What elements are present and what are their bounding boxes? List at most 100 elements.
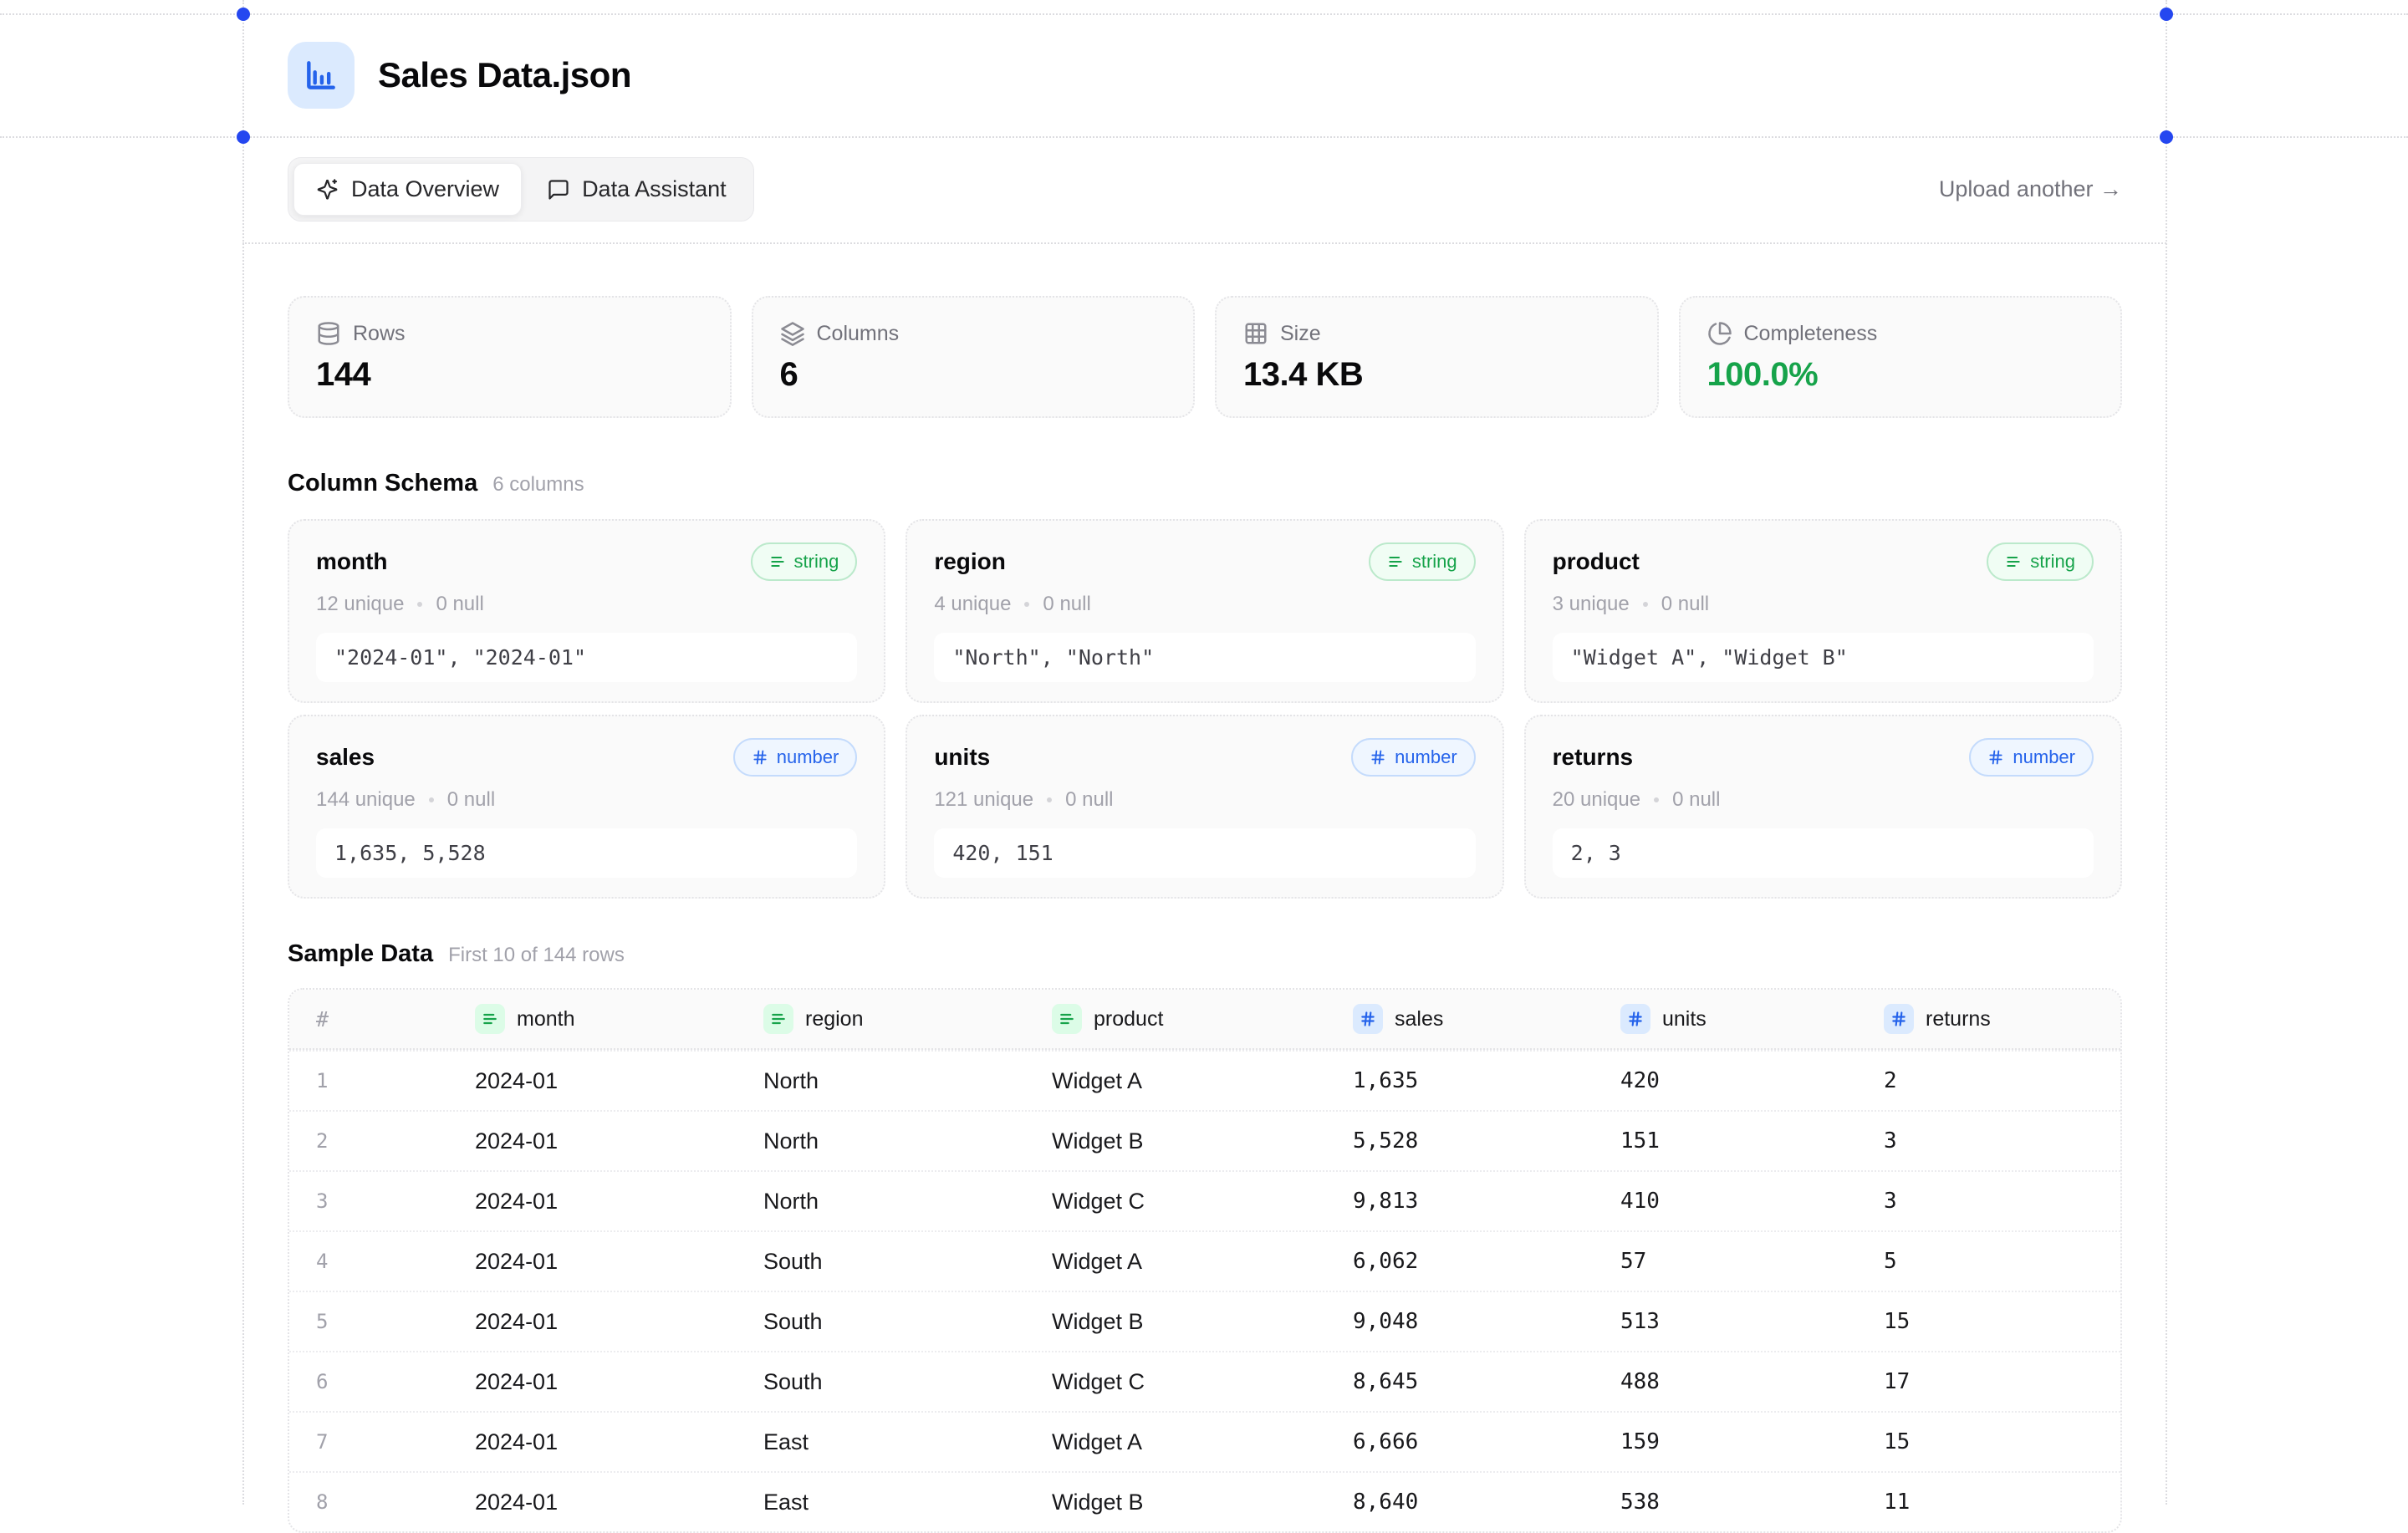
type-badge-string: string [1987, 542, 2094, 581]
stat-card-size: Size 13.4 KB [1215, 296, 1659, 418]
table-row: 2 2024-01 North Widget B 5,528 151 3 [289, 1110, 2120, 1170]
stat-label: Size [1280, 322, 1321, 346]
string-type-icon [1052, 1004, 1082, 1034]
header-sales: sales [1326, 1004, 1594, 1034]
schema-card-month: month string 12 unique0 null "2024-01", … [288, 519, 885, 703]
table-row: 7 2024-01 East Widget A 6,666 159 15 [289, 1411, 2120, 1471]
sample-data-table: # month region product sales [288, 988, 2122, 1533]
text-lines-icon [2005, 553, 2022, 570]
header-returns: returns [1857, 1004, 2120, 1034]
dot-separator [1047, 797, 1052, 802]
table-row: 1 2024-01 North Widget A 1,635 420 2 [289, 1050, 2120, 1110]
column-schema-heading: Column Schema 6 columns [288, 470, 2122, 497]
schema-card-returns: returns number 20 unique0 null 2, 3 [1524, 715, 2122, 899]
schema-card-units: units number 121 unique0 null 420, 151 [906, 715, 1503, 899]
column-name: units [934, 744, 990, 771]
column-sample-values: "North", "North" [934, 633, 1475, 682]
stat-value: 144 [316, 356, 703, 394]
table-row: 4 2024-01 South Widget A 6,062 57 5 [289, 1230, 2120, 1291]
stat-card-columns: Columns 6 [752, 296, 1196, 418]
hash-icon [1370, 749, 1386, 766]
grid-icon [1243, 321, 1268, 346]
column-sample-values: "2024-01", "2024-01" [316, 633, 857, 682]
column-meta: 3 unique0 null [1553, 593, 2094, 616]
tab-label: Data Overview [351, 176, 499, 202]
schema-card-region: region string 4 unique0 null "North", "N… [906, 519, 1503, 703]
data-viewer-panel: Sales Data.json Data Overview Data Assis… [242, 13, 2167, 1533]
table-row: 6 2024-01 South Widget C 8,645 488 17 [289, 1351, 2120, 1411]
frame-handle-top-right [2160, 8, 2173, 21]
column-meta: 144 unique0 null [316, 788, 857, 812]
stat-value: 6 [780, 356, 1167, 394]
type-badge-number: number [1351, 738, 1476, 777]
database-icon [316, 321, 341, 346]
column-meta: 12 unique0 null [316, 593, 857, 616]
header-product: product [1025, 1004, 1326, 1034]
tab-label: Data Assistant [582, 176, 727, 202]
layers-icon [780, 321, 805, 346]
table-header-row: # month region product sales [289, 990, 2120, 1050]
frame-handle-bottom-left [237, 130, 250, 144]
tab-group: Data Overview Data Assistant [288, 157, 754, 222]
header-region: region [737, 1004, 1025, 1034]
section-subtitle: First 10 of 144 rows [448, 944, 625, 967]
table-row: 5 2024-01 South Widget B 9,048 513 15 [289, 1291, 2120, 1351]
main-content: Rows 144 Columns 6 Size [242, 296, 2167, 1533]
header-units: units [1594, 1004, 1857, 1034]
column-name: month [316, 548, 388, 575]
header-month: month [448, 1004, 737, 1034]
number-type-icon [1620, 1004, 1650, 1034]
dot-separator [1654, 797, 1659, 802]
stat-label: Rows [353, 322, 406, 346]
header-index: # [289, 1007, 448, 1031]
stat-card-completeness: Completeness 100.0% [1679, 296, 2123, 418]
file-header: Sales Data.json [242, 13, 2167, 136]
pie-chart-icon [1707, 321, 1732, 346]
type-badge-number: number [1969, 738, 2094, 777]
column-sample-values: 2, 3 [1553, 828, 2094, 878]
dot-separator [417, 602, 422, 607]
dot-separator [429, 797, 434, 802]
section-subtitle: 6 columns [492, 473, 584, 497]
dot-separator [1024, 602, 1029, 607]
column-name: region [934, 548, 1006, 575]
column-meta: 4 unique0 null [934, 593, 1475, 616]
column-meta: 20 unique0 null [1553, 788, 2094, 812]
column-sample-values: 420, 151 [934, 828, 1475, 878]
bar-chart-icon [288, 42, 355, 109]
dot-separator [1643, 602, 1648, 607]
column-name: sales [316, 744, 375, 771]
section-title: Sample Data [288, 940, 433, 968]
stat-value: 100.0% [1707, 356, 2094, 394]
string-type-icon [763, 1004, 793, 1034]
tabs-row: Data Overview Data Assistant Upload anot… [242, 136, 2167, 242]
type-badge-number: number [733, 738, 858, 777]
table-row: 3 2024-01 North Widget C 9,813 410 3 [289, 1170, 2120, 1230]
text-lines-icon [769, 553, 786, 570]
table-row: 8 2024-01 East Widget B 8,640 538 11 [289, 1471, 2120, 1531]
type-badge-string: string [751, 542, 858, 581]
tab-data-overview[interactable]: Data Overview [293, 163, 522, 216]
number-type-icon [1884, 1004, 1914, 1034]
page-title: Sales Data.json [378, 55, 631, 95]
tab-data-assistant[interactable]: Data Assistant [525, 164, 748, 215]
column-meta: 121 unique0 null [934, 788, 1475, 812]
upload-another-link[interactable]: Upload another → [1939, 176, 2122, 202]
hash-icon [752, 749, 768, 766]
column-name: returns [1553, 744, 1633, 771]
frame-handle-top-left [237, 8, 250, 21]
stat-value: 13.4 KB [1243, 356, 1630, 394]
frame-handle-bottom-right [2160, 130, 2173, 144]
stats-row: Rows 144 Columns 6 Size [288, 296, 2122, 418]
column-name: product [1553, 548, 1640, 575]
stat-card-rows: Rows 144 [288, 296, 732, 418]
section-title: Column Schema [288, 470, 477, 497]
chat-bubble-icon [547, 178, 570, 201]
number-type-icon [1353, 1004, 1383, 1034]
column-sample-values: 1,635, 5,528 [316, 828, 857, 878]
schema-card-sales: sales number 144 unique0 null 1,635, 5,5… [288, 715, 885, 899]
column-sample-values: "Widget A", "Widget B" [1553, 633, 2094, 682]
sparkles-icon [316, 178, 339, 201]
stat-label: Columns [817, 322, 900, 346]
stat-label: Completeness [1744, 322, 1878, 346]
